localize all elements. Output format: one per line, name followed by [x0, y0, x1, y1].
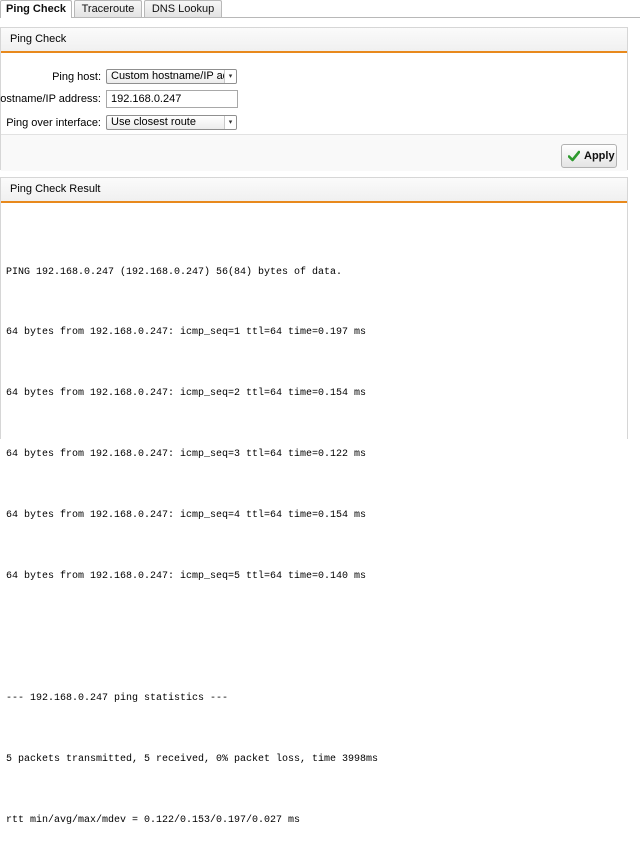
hostname-row: Hostname/IP address: 192.168.0.247: [0, 90, 627, 110]
ping-host-value: Custom hostname/IP adc: [111, 70, 235, 82]
interface-row: Ping over interface: Use closest route ▾: [1, 114, 627, 134]
output-line: 64 bytes from 192.168.0.247: icmp_seq=3 …: [6, 449, 367, 461]
apply-label: Apply: [584, 150, 615, 162]
select-arrows-icon: ▾: [224, 116, 236, 129]
output-line: --- 192.168.0.247 ping statistics ---: [6, 692, 229, 704]
output-line: 64 bytes from 192.168.0.247: icmp_seq=1 …: [6, 327, 367, 339]
ping-output: PING 192.168.0.247 (192.168.0.247) 56(84…: [6, 222, 626, 851]
ping-host-select[interactable]: Custom hostname/IP adc ▾: [106, 69, 237, 84]
tab-traceroute[interactable]: Traceroute: [74, 0, 142, 17]
tab-bar: Ping Check Traceroute DNS Lookup: [0, 0, 640, 18]
tab-ping-check[interactable]: Ping Check: [0, 0, 72, 18]
output-line: 64 bytes from 192.168.0.247: icmp_seq=5 …: [6, 571, 367, 583]
interface-label: Ping over interface:: [6, 117, 101, 129]
output-line: rtt min/avg/max/mdev = 0.122/0.153/0.197…: [6, 814, 301, 826]
ping-check-header: Ping Check: [1, 28, 627, 53]
ping-check-panel: Ping Check Ping host: Custom hostname/IP…: [0, 27, 628, 171]
output-line: 64 bytes from 192.168.0.247: icmp_seq=2 …: [6, 388, 367, 400]
checkmark-icon: [568, 150, 580, 162]
apply-button[interactable]: Apply: [561, 144, 617, 168]
ping-host-label: Ping host:: [52, 71, 101, 83]
interface-value: Use closest route: [111, 116, 196, 128]
interface-select[interactable]: Use closest route ▾: [106, 115, 237, 130]
action-bar: Apply: [1, 134, 627, 171]
select-arrows-icon: ▾: [224, 70, 236, 83]
hostname-label: Hostname/IP address:: [0, 93, 101, 105]
output-line: 5 packets transmitted, 5 received, 0% pa…: [6, 753, 379, 765]
tab-dns-lookup[interactable]: DNS Lookup: [144, 0, 222, 17]
output-line: PING 192.168.0.247 (192.168.0.247) 56(84…: [6, 266, 343, 278]
ping-host-row: Ping host: Custom hostname/IP adc ▾: [1, 68, 627, 88]
output-line: 64 bytes from 192.168.0.247: icmp_seq=4 …: [6, 510, 367, 522]
ping-result-header: Ping Check Result: [1, 178, 627, 203]
hostname-input[interactable]: 192.168.0.247: [106, 90, 238, 108]
